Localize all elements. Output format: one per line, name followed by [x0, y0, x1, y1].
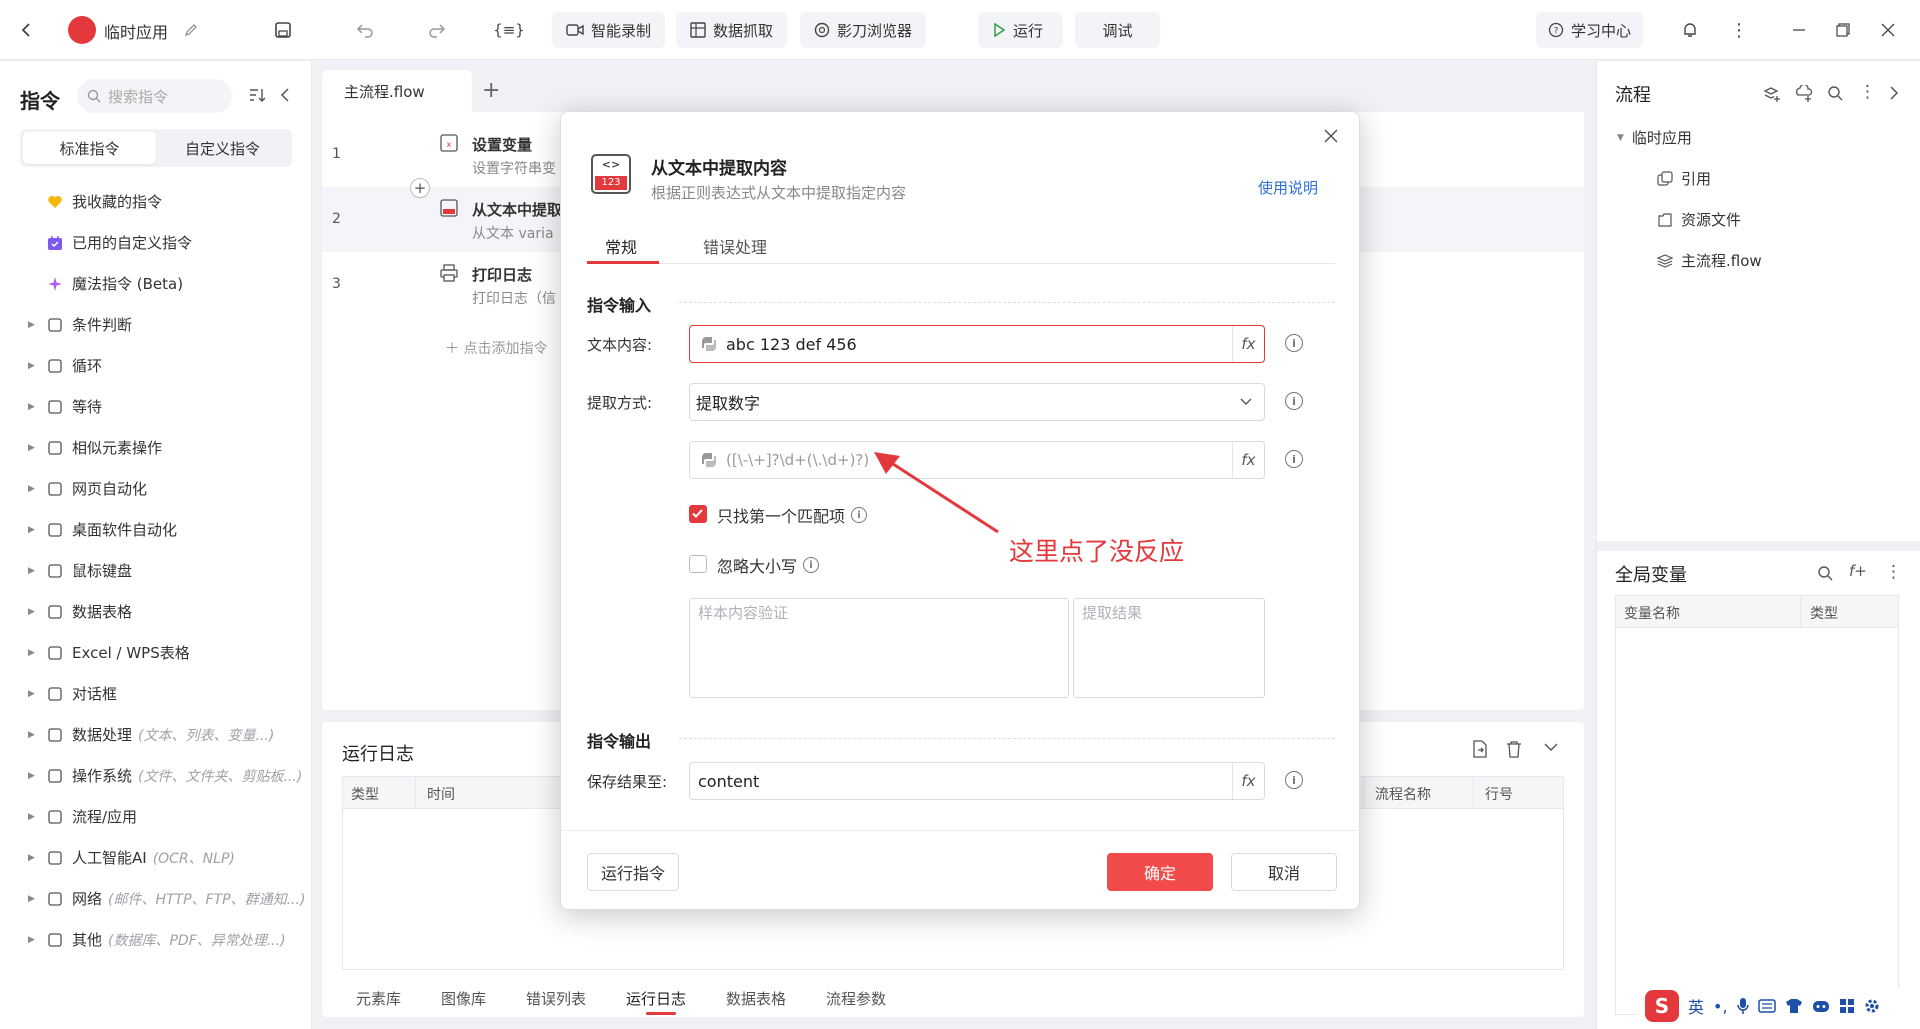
ime-lang[interactable]: 英	[1688, 994, 1704, 1018]
ignore-case-checkbox[interactable]	[689, 555, 707, 573]
text-content-value: abc 123 def 456	[726, 334, 857, 354]
section-input-title: 指令输入	[587, 296, 652, 315]
first-match-text: 只找第一个匹配项	[717, 507, 846, 526]
toolbox-icon[interactable]	[1839, 998, 1855, 1014]
sample-content-textarea[interactable]: 样本内容验证	[689, 598, 1069, 698]
extract-icon: <> 123	[591, 154, 631, 194]
fx-icon[interactable]: fx	[1232, 763, 1264, 799]
extract-result-textarea[interactable]: 提取结果	[1073, 598, 1265, 698]
fx-icon[interactable]: fx	[1232, 326, 1264, 362]
sample-placeholder: 样本内容验证	[698, 604, 789, 622]
ignore-case-label: 忽略大小写 i	[717, 553, 820, 577]
punctuation-icon[interactable]: •,	[1713, 997, 1728, 1016]
tab-active-indicator	[587, 261, 659, 264]
save-result-input[interactable]: content fx	[689, 762, 1265, 800]
section-divider	[679, 302, 1335, 303]
dialog-icon-text: 123	[595, 176, 627, 190]
result-placeholder: 提取结果	[1082, 604, 1143, 622]
info-icon[interactable]: i	[1285, 392, 1303, 410]
python-icon	[700, 335, 718, 353]
python-icon	[700, 451, 718, 469]
info-icon[interactable]: i	[1285, 450, 1303, 468]
skin-icon[interactable]	[1785, 998, 1803, 1014]
regex-placeholder: ([\-\+]?\d+(\.\d+)?)	[726, 451, 870, 469]
section-divider	[679, 738, 1335, 739]
keyboard-icon[interactable]	[1757, 999, 1776, 1013]
tab-general[interactable]: 常规	[605, 234, 637, 258]
info-icon[interactable]: i	[1285, 771, 1303, 789]
confirm-button[interactable]: 确定	[1107, 853, 1213, 891]
section-output-title: 指令输出	[587, 732, 652, 751]
extract-mode-select[interactable]: 提取数字	[689, 383, 1265, 421]
close-icon[interactable]	[1323, 128, 1339, 144]
extract-mode-label: 提取方式:	[587, 394, 653, 412]
dialog-title: 从文本中提取内容	[651, 159, 787, 179]
annotation-note: 这里点了没反应	[1009, 537, 1185, 566]
dialog-subtitle: 根据正则表达式从文本中提取指定内容	[651, 184, 907, 202]
save-result-value: content	[698, 771, 760, 791]
chevron-down-icon	[1240, 398, 1252, 406]
first-match-checkbox[interactable]	[689, 505, 707, 523]
first-match-label: 只找第一个匹配项 i	[717, 503, 868, 527]
annotation-arrow-icon	[874, 452, 999, 534]
text-content-label: 文本内容:	[587, 336, 653, 354]
mic-icon[interactable]	[1736, 997, 1749, 1015]
usage-help-link[interactable]: 使用说明	[1258, 177, 1318, 198]
info-icon[interactable]: i	[1285, 334, 1303, 352]
dialog-tabs: 常规 错误处理	[587, 228, 1335, 264]
text-content-input[interactable]: abc 123 def 456 fx	[689, 325, 1265, 363]
extract-mode-value: 提取数字	[696, 394, 761, 413]
sogou-logo-icon[interactable]: S	[1645, 990, 1679, 1022]
code-icon: <>	[601, 158, 621, 171]
info-icon[interactable]: i	[851, 507, 868, 523]
fx-icon[interactable]: fx	[1232, 442, 1264, 478]
settings-icon[interactable]	[1864, 998, 1880, 1014]
ime-toolbar: S 英 •,	[1637, 988, 1920, 1024]
cancel-button[interactable]: 取消	[1231, 853, 1337, 891]
info-icon[interactable]: i	[803, 557, 820, 573]
save-result-label: 保存结果至:	[587, 773, 668, 791]
tab-error-handling[interactable]: 错误处理	[703, 234, 767, 258]
dialog-footer-divider	[561, 830, 1361, 831]
assistant-icon[interactable]	[1812, 999, 1830, 1013]
run-command-button[interactable]: 运行指令	[587, 853, 679, 891]
ignore-case-text: 忽略大小写	[717, 557, 798, 576]
